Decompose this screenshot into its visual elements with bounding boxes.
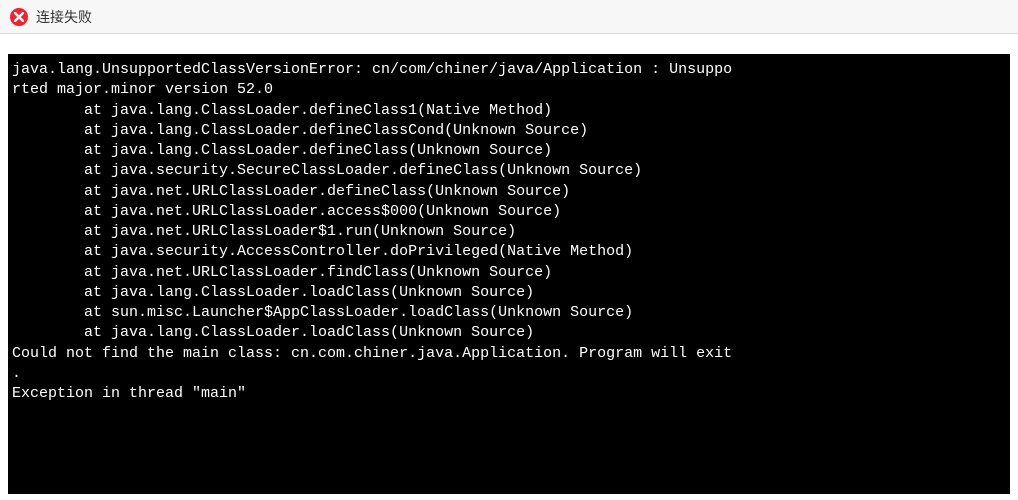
error-icon	[10, 8, 28, 26]
terminal-output: java.lang.UnsupportedClassVersionError: …	[8, 54, 1010, 494]
dialog-header: 连接失败	[0, 0, 1018, 34]
dialog-title: 连接失败	[36, 7, 92, 27]
